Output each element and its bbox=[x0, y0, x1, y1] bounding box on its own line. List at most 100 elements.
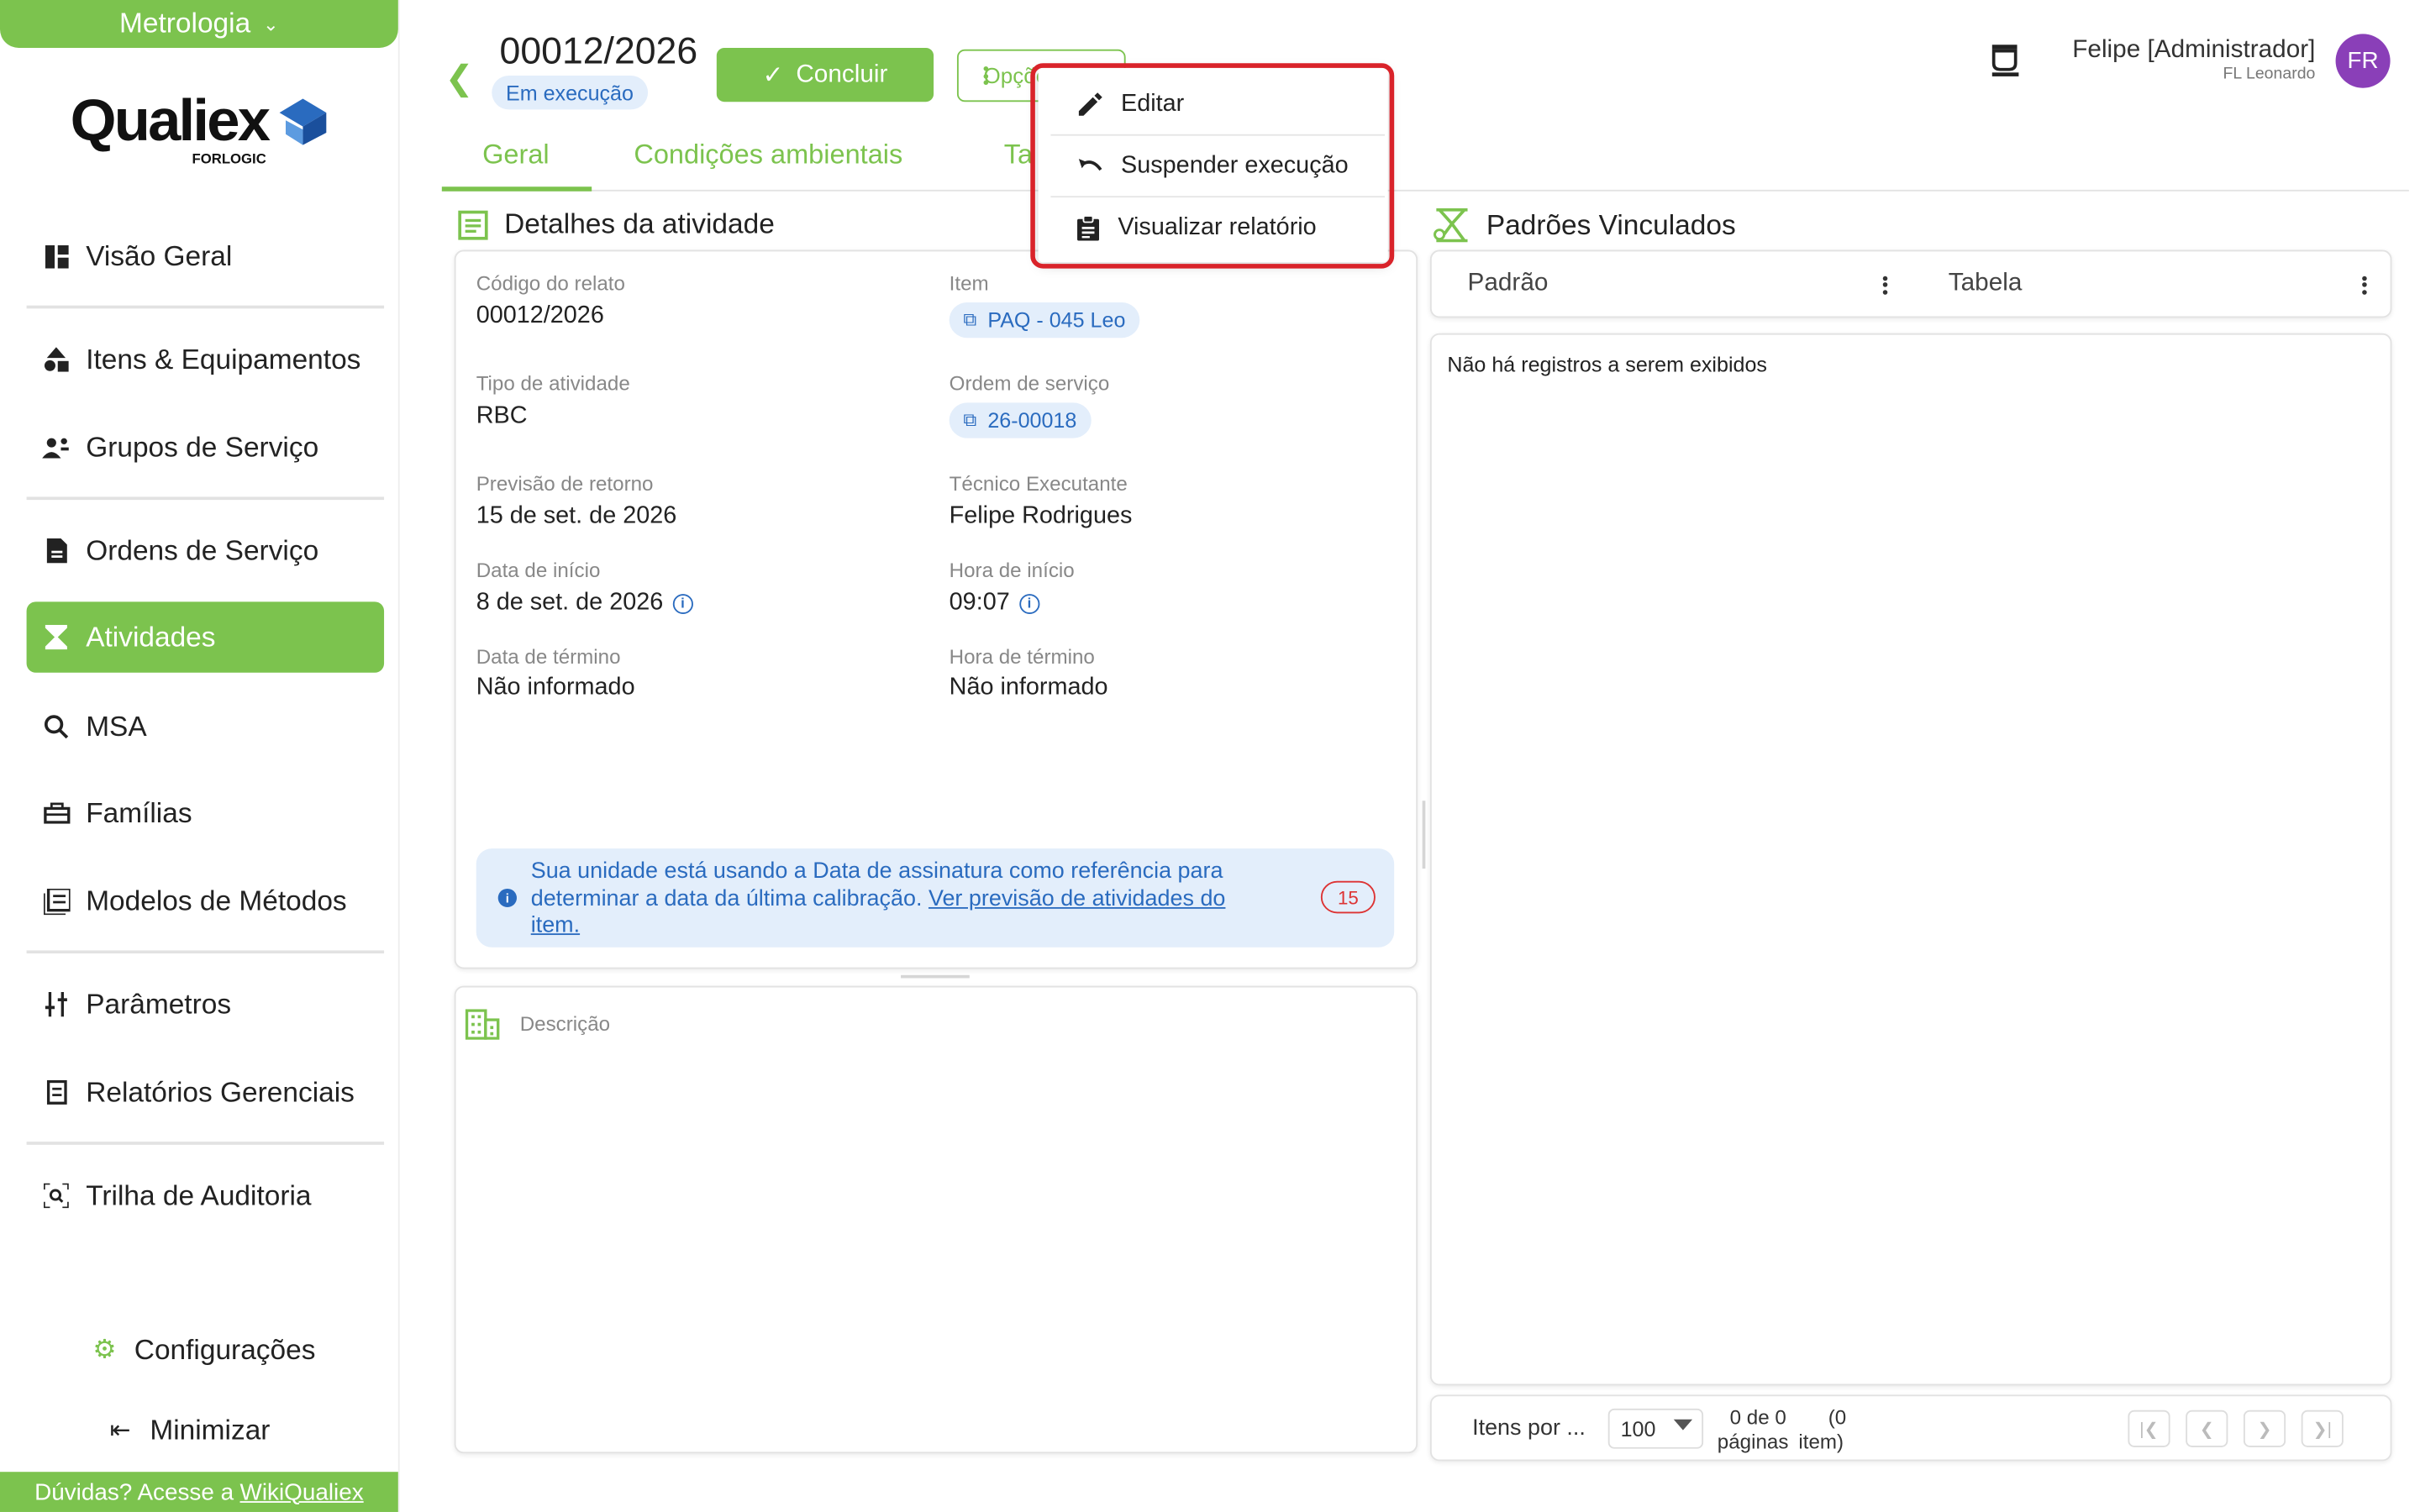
sidebar-divider bbox=[26, 950, 385, 954]
tab-condicoes-ambientais[interactable]: Condições ambientais bbox=[634, 139, 902, 171]
gear-icon: ⚙ bbox=[92, 1334, 117, 1364]
sidebar-item-relatorios[interactable]: Relatórios Gerenciais bbox=[27, 1057, 384, 1127]
conclude-label: Concluir bbox=[796, 60, 888, 87]
avatar[interactable]: FR bbox=[2335, 34, 2391, 88]
sidebar-item-grupos-servico[interactable]: Grupos de Serviço bbox=[27, 412, 384, 482]
empty-message: Não há registros a serem exibidos bbox=[1447, 353, 1767, 377]
column-tabela[interactable]: Tabela bbox=[1949, 270, 2023, 297]
column-menu-icon[interactable] bbox=[1882, 273, 1889, 297]
more-vert-icon bbox=[983, 64, 990, 87]
tech-value: Felipe Rodrigues bbox=[949, 502, 1133, 529]
library-books-icon bbox=[42, 887, 70, 915]
os-value: 26-00018 bbox=[987, 408, 1077, 433]
sidebar-divider bbox=[26, 496, 385, 501]
minimize-button[interactable]: ⇤ Minimizar bbox=[91, 1394, 387, 1465]
tab-geral[interactable]: Geral bbox=[482, 139, 550, 171]
highlight-outline bbox=[1030, 63, 1395, 269]
open-in-new-icon: ⧉ bbox=[963, 408, 977, 431]
coffee-cup-icon[interactable] bbox=[1987, 42, 2025, 79]
alert-count-badge[interactable]: 15 bbox=[1320, 880, 1376, 914]
info-alert: i Sua unidade está usando a Data de assi… bbox=[476, 848, 1395, 948]
info-filled-icon: i bbox=[497, 888, 517, 907]
item-value: PAQ - 045 Leo bbox=[987, 308, 1126, 332]
start-date-field: 8 de set. de 2026 i bbox=[476, 590, 693, 617]
return-label: Previsão de retorno bbox=[476, 472, 654, 496]
active-tab-indicator bbox=[441, 186, 592, 192]
standards-section-title: Padrões Vinculados bbox=[1434, 207, 1736, 243]
item-label: Item bbox=[949, 271, 989, 295]
sidebar-divider bbox=[26, 1142, 385, 1145]
chevron-left-icon: ❮ bbox=[2199, 1420, 2214, 1439]
sidebar-item-modelos-metodos[interactable]: Modelos de Métodos bbox=[27, 865, 384, 936]
conclude-button[interactable]: ✓ Concluir bbox=[716, 47, 934, 102]
item-link-chip[interactable]: ⧉ PAQ - 045 Leo bbox=[949, 302, 1140, 339]
logo-text: Qualiex bbox=[70, 89, 271, 155]
standards-table-header bbox=[1429, 249, 2392, 318]
sidebar-item-trilha-auditoria[interactable]: Trilha de Auditoria bbox=[27, 1160, 384, 1231]
audit-scan-icon bbox=[42, 1182, 70, 1210]
resize-handle-vertical[interactable] bbox=[1422, 801, 1426, 869]
page-title: 00012/2026 bbox=[499, 30, 698, 73]
description-card[interactable] bbox=[454, 985, 1418, 1454]
sidebar-item-parametros[interactable]: Parâmetros bbox=[27, 969, 384, 1039]
status-badge: Em execução bbox=[492, 75, 648, 110]
end-time-value: Não informado bbox=[949, 674, 1108, 701]
open-in-new-icon: ⧉ bbox=[963, 308, 977, 331]
end-time-label: Hora de término bbox=[949, 644, 1095, 669]
prev-page-button[interactable]: ❮ bbox=[2186, 1410, 2228, 1447]
chevron-right-icon: ❯ bbox=[2257, 1420, 2272, 1439]
sidebar-item-atividades[interactable]: Atividades bbox=[26, 601, 385, 673]
user-unit: FL Leonardo bbox=[2223, 65, 2316, 84]
last-page-button[interactable]: ❯| bbox=[2301, 1410, 2344, 1447]
hourglass-icon bbox=[42, 623, 70, 651]
os-link-chip[interactable]: ⧉ 26-00018 bbox=[949, 402, 1092, 438]
sidebar-item-msa[interactable]: MSA bbox=[27, 691, 384, 762]
start-date-value: 8 de set. de 2026 bbox=[476, 589, 664, 616]
wiki-link[interactable]: WikiQualiex bbox=[240, 1478, 364, 1504]
resize-handle[interactable] bbox=[901, 974, 970, 979]
description-label: Descrição bbox=[519, 1011, 611, 1036]
sidebar-item-visao-geral[interactable]: Visão Geral bbox=[27, 221, 384, 291]
next-page-button[interactable]: ❯ bbox=[2243, 1410, 2286, 1447]
logo-subtext: FORLOGIC bbox=[192, 150, 266, 167]
first-page-icon: |❮ bbox=[2139, 1420, 2159, 1439]
settings-button[interactable]: ⚙ Configurações bbox=[75, 1315, 387, 1385]
info-icon[interactable]: i bbox=[672, 593, 693, 614]
toolbox-icon bbox=[42, 799, 70, 827]
minimize-label: Minimizar bbox=[150, 1414, 271, 1446]
dropdown-arrow-icon bbox=[1673, 1419, 1693, 1431]
chevron-down-icon: ⌄ bbox=[263, 13, 279, 35]
type-label: Tipo de atividade bbox=[476, 371, 630, 396]
info-icon[interactable]: i bbox=[1018, 593, 1040, 614]
per-page-label: Itens por ... bbox=[1472, 1416, 1586, 1441]
code-value: 00012/2026 bbox=[476, 302, 604, 329]
sidebar-item-familias[interactable]: Famílias bbox=[27, 778, 384, 848]
standards-title-text: Padrões Vinculados bbox=[1486, 208, 1736, 240]
sidebar-item-itens-equipamentos[interactable]: Itens & Equipamentos bbox=[27, 324, 384, 395]
type-value: RBC bbox=[476, 402, 528, 429]
start-time-field: 09:07 i bbox=[950, 590, 1040, 617]
details-section-title: Detalhes da atividade bbox=[457, 208, 775, 241]
start-time-label: Hora de início bbox=[949, 558, 1075, 582]
per-page-value: 100 bbox=[1620, 1417, 1656, 1441]
per-page-select[interactable]: 100 bbox=[1607, 1408, 1704, 1449]
column-padrao[interactable]: Padrão bbox=[1468, 270, 1549, 297]
sidebar-item-label: Atividades bbox=[86, 621, 216, 653]
report-icon bbox=[42, 1079, 70, 1106]
first-page-button[interactable]: |❮ bbox=[2128, 1410, 2170, 1447]
sidebar-item-label: Itens & Equipamentos bbox=[86, 343, 361, 375]
sidebar-item-ordens-servico[interactable]: Ordens de Serviço bbox=[27, 515, 384, 585]
tab-third[interactable]: Ta bbox=[1004, 139, 1033, 171]
hourglass-icon bbox=[1434, 207, 1468, 243]
sidebar-item-label: Relatórios Gerenciais bbox=[86, 1076, 355, 1107]
back-chevron-icon[interactable]: ❮ bbox=[445, 59, 474, 99]
article-icon bbox=[458, 209, 488, 239]
column-menu-icon[interactable] bbox=[2362, 273, 2368, 297]
module-selector[interactable]: Metrologia ⌄ bbox=[0, 0, 398, 48]
document-icon bbox=[42, 537, 70, 564]
zoom-analysis-icon bbox=[42, 713, 70, 741]
os-label: Ordem de serviço bbox=[949, 371, 1110, 396]
user-name[interactable]: Felipe [Administrador] bbox=[2072, 37, 2315, 65]
sidebar-item-label: MSA bbox=[86, 710, 147, 742]
sidebar-item-label: Visão Geral bbox=[86, 239, 233, 271]
